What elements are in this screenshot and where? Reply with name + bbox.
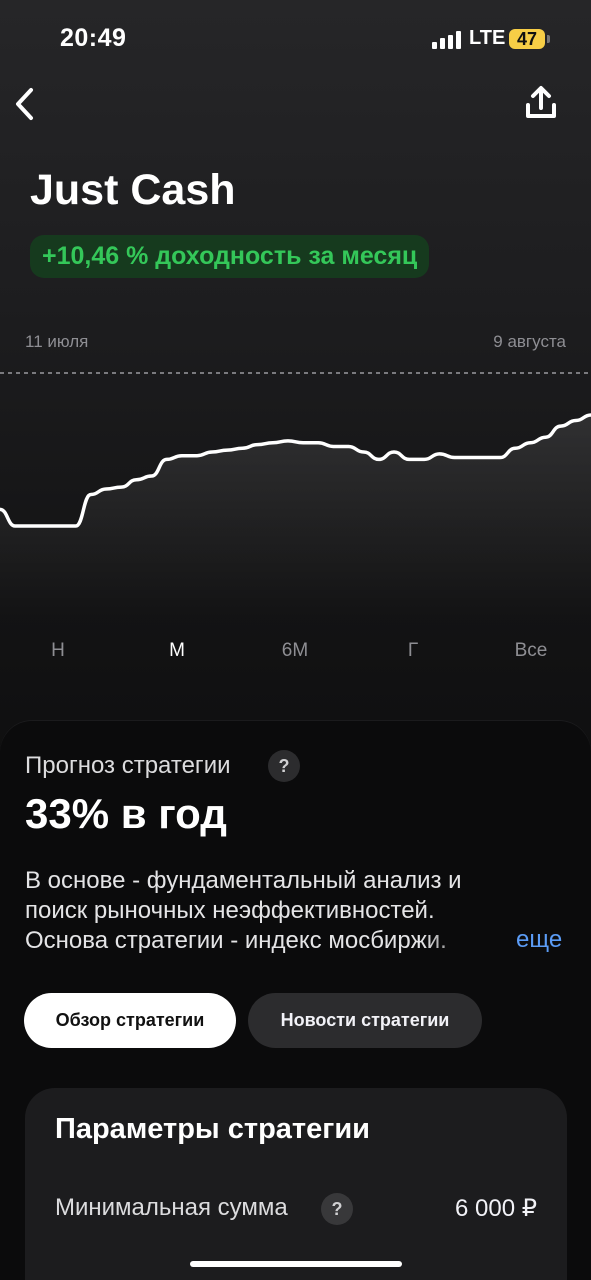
period-six-months[interactable]: 6М xyxy=(255,640,335,662)
min-amount-label: Минимальная сумма xyxy=(55,1194,288,1221)
battery-tip xyxy=(547,35,550,43)
min-amount-value: 6 000 ₽ xyxy=(455,1195,537,1222)
forecast-label: Прогноз стратегии xyxy=(25,752,231,779)
period-selector: Н М 6М Г Все xyxy=(0,640,591,666)
forecast-help-icon[interactable]: ? xyxy=(268,750,300,782)
chart-end-date: 9 августа xyxy=(493,332,566,351)
battery-icon: 47 xyxy=(509,29,545,49)
back-button[interactable] xyxy=(10,84,44,124)
signal-icon xyxy=(432,31,464,49)
min-amount-help-icon[interactable]: ? xyxy=(321,1193,353,1225)
period-week[interactable]: Н xyxy=(18,640,98,662)
description-line: Основа стратегии - индекс мосбиржи. xyxy=(25,927,447,954)
chart-area xyxy=(0,415,591,620)
forecast-value: 33% в год xyxy=(25,790,227,837)
period-all[interactable]: Все xyxy=(491,640,571,662)
read-more-link[interactable]: еще xyxy=(516,926,562,954)
status-bar: 20:49 LTE 47 xyxy=(0,0,591,80)
tab-strategy-news[interactable]: Новости стратегии xyxy=(248,993,482,1048)
home-indicator xyxy=(190,1261,402,1267)
description-line: поиск рыночных неэффективностей. xyxy=(25,897,435,924)
network-type: LTE xyxy=(469,27,506,49)
tab-strategy-overview[interactable]: Обзор стратегии xyxy=(24,993,236,1048)
description-line: В основе - фундаментальный анализ и xyxy=(25,867,462,894)
period-month[interactable]: М xyxy=(137,640,217,662)
strategy-description: В основе - фундаментальный анализ и поис… xyxy=(25,866,575,956)
share-icon xyxy=(526,86,556,118)
period-year[interactable]: Г xyxy=(373,640,453,662)
chevron-left-icon xyxy=(16,88,33,120)
chart-start-date: 11 июля xyxy=(25,332,89,351)
share-button[interactable] xyxy=(522,84,560,122)
performance-chart[interactable] xyxy=(0,360,591,620)
parameters-title: Параметры стратегии xyxy=(55,1113,370,1145)
status-time: 20:49 xyxy=(60,24,127,52)
monthly-return-badge: +10,46 % доходность за месяц xyxy=(30,235,430,278)
strategy-title: Just Cash xyxy=(30,166,236,214)
